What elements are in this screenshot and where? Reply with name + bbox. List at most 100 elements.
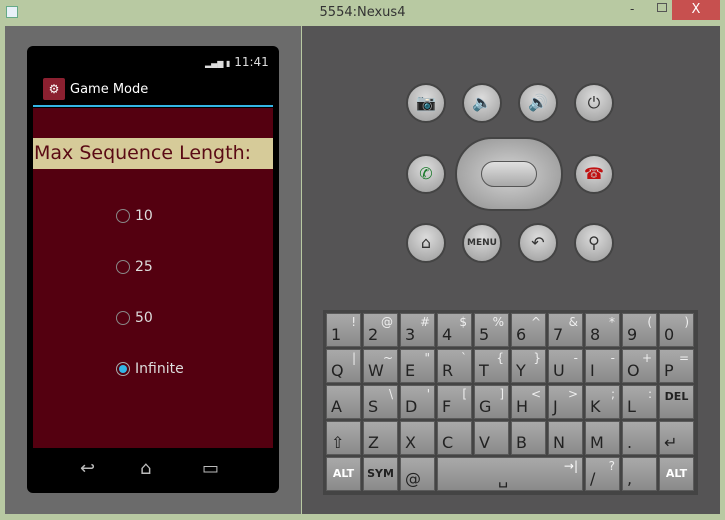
key-3-6[interactable]: N [548,421,583,455]
key-label: I [590,361,595,380]
key-sym[interactable]: SYM [363,457,398,491]
radio-50[interactable] [116,311,130,325]
key-label: U [553,361,565,380]
key-0-5[interactable]: 6 ^ [511,313,546,347]
close-button[interactable]: X [672,0,720,20]
radio-label-50[interactable]: 50 [135,310,153,326]
radio-label-10[interactable]: 10 [135,208,153,224]
key-2-8[interactable]: L: [622,385,657,419]
key-3-8[interactable]: . [622,421,657,455]
minimize-button[interactable]: - [630,2,634,16]
key-3-4[interactable]: V [474,421,509,455]
key-2-6[interactable]: J > [548,385,583,419]
key-3-5[interactable]: B [511,421,546,455]
key-sub-label: ' [426,387,430,401]
action-bar-title: Game Mode [70,82,149,97]
radio-10[interactable] [116,209,130,223]
key-sub-label: \ [388,387,393,401]
key-0-2[interactable]: 3 # [400,313,435,347]
key-3-1[interactable]: Z [363,421,398,455]
key-sub-label: $ [459,315,467,329]
key-1-1[interactable]: W ~ [363,349,398,383]
clock: 11:41 [234,55,269,69]
home-nav-icon[interactable]: ⌂ [140,458,151,479]
key-0-1[interactable]: 2 @ [363,313,398,347]
power-button[interactable]: ⏻ [574,83,614,123]
back-nav-icon[interactable]: ↩ [80,458,95,479]
key-2-7[interactable]: K; [585,385,620,419]
key-2-4[interactable]: G] [474,385,509,419]
key-1-6[interactable]: U- [548,349,583,383]
phone-end-icon: ☎ [584,164,604,183]
key-1-4[interactable]: T{ [474,349,509,383]
key-label: B [516,433,527,452]
key-label: T [479,361,489,380]
key-label: 9 [627,325,638,344]
key-0-9[interactable]: 0) [659,313,694,347]
dpad-center-button[interactable] [481,161,537,187]
key-label: , [627,469,633,488]
key-label: S [368,397,379,416]
key-label: O [627,361,640,380]
key-2-5[interactable]: H < [511,385,546,419]
key-sub-label: ! [351,315,356,329]
key-3-2[interactable]: X [400,421,435,455]
radio-25[interactable] [116,260,130,274]
key-1-8[interactable]: O + [622,349,657,383]
key-1-3[interactable]: R ` [437,349,472,383]
end-call-button[interactable]: ☎ [574,154,614,194]
key-at[interactable]: @ [400,457,435,491]
key-label: C [442,433,454,452]
radio-label-25[interactable]: 25 [135,259,153,275]
key-3-9[interactable]: ↵ [659,421,694,455]
key-alt-right[interactable]: ALT [659,457,694,491]
key-slash[interactable]: /? [585,457,620,491]
key-label: Y [516,361,526,380]
signal-icon: ▂▄▆ ▮ [205,59,231,68]
key-space[interactable]: ␣ →| [437,457,583,491]
key-0-4[interactable]: 5% [474,313,509,347]
key-0-7[interactable]: 8 * [585,313,620,347]
key-2-2[interactable]: D ' [400,385,435,419]
volume-up-button[interactable]: 🔊 [518,83,558,123]
key-alt-left[interactable]: ALT [326,457,361,491]
radio-label-infinite[interactable]: Infinite [135,361,184,377]
key-sub-label: @ [381,315,393,329]
radio-infinite[interactable] [116,362,130,376]
key-1-2[interactable]: E " [400,349,435,383]
key-comma[interactable]: , [622,457,657,491]
key-sub-label: : [647,387,652,401]
back-button[interactable]: ↶ [518,223,558,263]
key-0-8[interactable]: 9( [622,313,657,347]
key-1-5[interactable]: Y} [511,349,546,383]
key-0-0[interactable]: 1! [326,313,361,347]
key-1-7[interactable]: I- [585,349,620,383]
recents-nav-icon[interactable]: ▭ [202,458,219,479]
key-label: H [516,397,529,416]
key-2-1[interactable]: S \ [363,385,398,419]
camera-button[interactable]: 📷 [406,83,446,123]
key-2-9[interactable]: DEL [659,385,694,419]
menu-button[interactable]: MENU [462,223,502,263]
maximize-button[interactable] [657,3,667,12]
key-1-9[interactable]: P = [659,349,694,383]
volume-down-button[interactable]: 🔈 [462,83,502,123]
key-3-3[interactable]: C [437,421,472,455]
key-label: L [627,397,636,416]
key-0-3[interactable]: 4 $ [437,313,472,347]
key-label: 6 [516,325,527,344]
camera-icon: 📷 [416,93,436,112]
key-0-6[interactable]: 7 & [548,313,583,347]
power-icon: ⏻ [587,93,601,112]
search-button[interactable]: ⚲ [574,223,614,263]
home-button[interactable]: ⌂ [406,223,446,263]
key-2-0[interactable]: A [326,385,361,419]
key-label: @ [405,469,421,488]
key-3-7[interactable]: M [585,421,620,455]
key-label: 0 [664,325,675,344]
key-2-3[interactable]: F[ [437,385,472,419]
key-label: ␣ [498,469,509,488]
key-1-0[interactable]: Q | [326,349,361,383]
key-3-0[interactable]: ⇧ [326,421,361,455]
call-button[interactable]: ✆ [406,154,446,194]
